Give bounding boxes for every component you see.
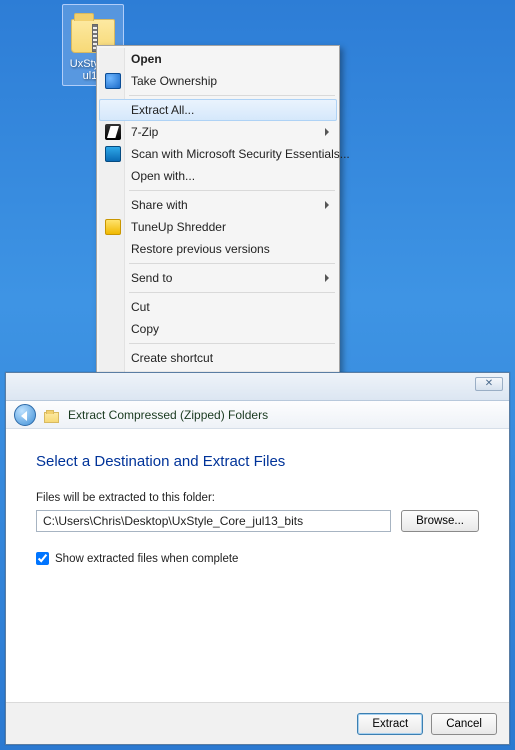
- menu-send-to[interactable]: Send to: [99, 267, 337, 289]
- seven-zip-icon: [105, 124, 121, 140]
- close-icon: ✕: [485, 378, 493, 389]
- wizard-titlebar[interactable]: ✕: [6, 373, 509, 401]
- menu-share-with[interactable]: Share with: [99, 194, 337, 216]
- browse-button[interactable]: Browse...: [401, 510, 479, 532]
- menu-open-with[interactable]: Open with...: [99, 165, 337, 187]
- wizard-title: Select a Destination and Extract Files: [36, 453, 479, 470]
- destination-path-input[interactable]: [36, 510, 391, 532]
- ownership-icon: [105, 73, 121, 89]
- submenu-arrow-icon: [325, 274, 329, 282]
- submenu-arrow-icon: [325, 201, 329, 209]
- menu-create-shortcut[interactable]: Create shortcut: [99, 347, 337, 369]
- wizard-body: Select a Destination and Extract Files F…: [6, 429, 509, 702]
- menu-take-ownership[interactable]: Take Ownership: [99, 70, 337, 92]
- show-extracted-checkbox-row[interactable]: Show extracted files when complete: [36, 552, 479, 565]
- close-button[interactable]: ✕: [475, 377, 503, 391]
- menu-extract-all[interactable]: Extract All...: [99, 99, 337, 121]
- menu-restore-versions[interactable]: Restore previous versions: [99, 238, 337, 260]
- separator: [129, 190, 335, 191]
- wizard-header-title: Extract Compressed (Zipped) Folders: [68, 408, 268, 422]
- show-extracted-checkbox[interactable]: [36, 552, 49, 565]
- menu-copy[interactable]: Copy: [99, 318, 337, 340]
- separator: [129, 292, 335, 293]
- zip-folder-icon: [44, 407, 60, 423]
- cancel-button[interactable]: Cancel: [431, 713, 497, 735]
- show-extracted-label: Show extracted files when complete: [55, 553, 238, 565]
- separator: [129, 343, 335, 344]
- mse-shield-icon: [105, 146, 121, 162]
- wizard-footer: Extract Cancel: [6, 702, 509, 744]
- separator: [129, 95, 335, 96]
- extract-button[interactable]: Extract: [357, 713, 423, 735]
- menu-cut[interactable]: Cut: [99, 296, 337, 318]
- wizard-header: Extract Compressed (Zipped) Folders: [6, 401, 509, 429]
- path-label: Files will be extracted to this folder:: [36, 492, 479, 504]
- menu-7zip[interactable]: 7-Zip: [99, 121, 337, 143]
- submenu-arrow-icon: [325, 128, 329, 136]
- tuneup-icon: [105, 219, 121, 235]
- separator: [129, 263, 335, 264]
- menu-tuneup-shredder[interactable]: TuneUp Shredder: [99, 216, 337, 238]
- menu-open[interactable]: Open: [99, 48, 337, 70]
- extract-wizard-window: ✕ Extract Compressed (Zipped) Folders Se…: [5, 372, 510, 745]
- back-button[interactable]: [14, 404, 36, 426]
- menu-scan-mse[interactable]: Scan with Microsoft Security Essentials.…: [99, 143, 337, 165]
